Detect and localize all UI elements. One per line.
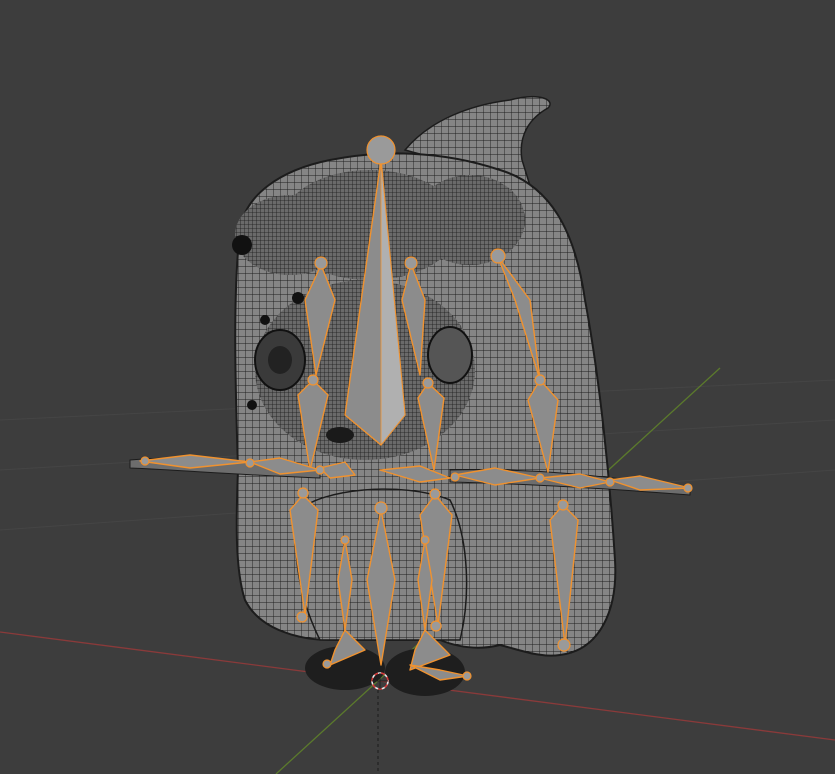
left-pupil (268, 346, 292, 374)
hair-puff-right (415, 175, 525, 265)
3d-cursor-icon[interactable] (371, 672, 389, 690)
character-mesh[interactable] (129, 96, 691, 696)
viewport-canvas[interactable] (0, 0, 835, 774)
right-eye (427, 326, 473, 384)
nose (326, 427, 354, 443)
head-bone-tail (366, 135, 396, 165)
3d-viewport[interactable] (0, 0, 835, 774)
